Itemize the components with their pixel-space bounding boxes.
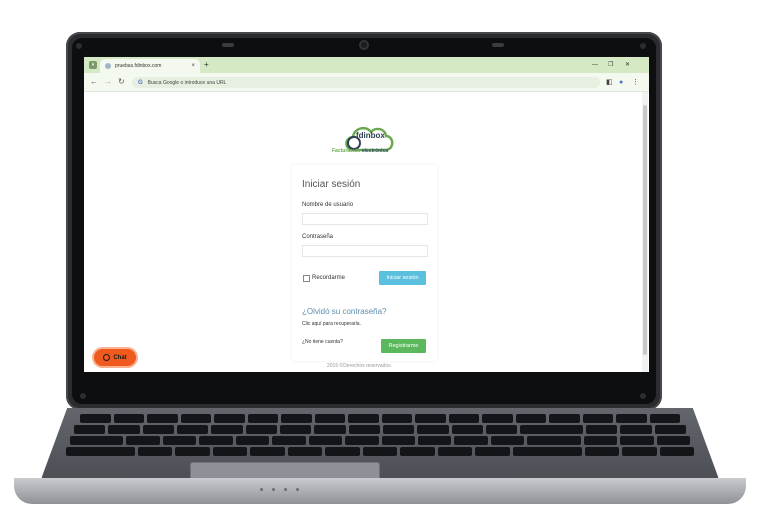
minimize-button[interactable]: —	[592, 61, 598, 69]
address-placeholder: Busca Google o introduce una URL	[147, 79, 227, 86]
indicator-light	[492, 43, 504, 47]
tab-title: pruebas.fdinbox.com	[115, 63, 162, 69]
side-panel-icon[interactable]: ◧	[606, 78, 613, 87]
profile-icon[interactable]: ●	[619, 78, 623, 87]
chat-bubble-icon	[103, 354, 111, 361]
keyboard	[62, 414, 698, 460]
laptop-front-edge	[14, 478, 746, 504]
remember-label[interactable]: Recordarme	[312, 275, 345, 281]
password-label: Contraseña	[302, 234, 334, 240]
bezel-screw	[640, 43, 646, 49]
brand-name: fdinbox	[356, 131, 385, 140]
status-lights	[260, 488, 310, 492]
bezel-screw	[76, 43, 82, 49]
brand-tagline: Facturación electrónica	[332, 148, 389, 154]
close-tab-icon[interactable]: ×	[191, 63, 195, 69]
username-label: Nombre de usuario	[302, 202, 354, 208]
remember-checkbox[interactable]	[303, 275, 310, 282]
scrollbar-thumb[interactable]	[643, 105, 647, 355]
no-account-text: ¿No tiene cuenta?	[302, 339, 343, 345]
chat-label: Chat	[113, 354, 127, 361]
login-button[interactable]: Iniciar sesión	[379, 271, 426, 285]
google-icon: G	[138, 79, 143, 86]
register-button[interactable]: Registrarme	[381, 339, 426, 353]
login-card	[292, 165, 437, 361]
address-bar[interactable]: G Busca Google o introduce una URL	[132, 77, 600, 88]
back-icon[interactable]: ←	[90, 77, 98, 87]
fdinbox-logo	[345, 126, 394, 152]
recover-text: Clic aquí para recuperarla.	[302, 321, 361, 327]
recover-link[interactable]: aquí	[312, 321, 322, 327]
chat-button[interactable]: Chat	[94, 349, 136, 366]
forward-icon[interactable]: →	[104, 77, 112, 87]
username-input[interactable]	[302, 213, 428, 225]
login-title: Iniciar sesión	[302, 179, 361, 190]
browser-tab[interactable]: pruebas.fdinbox.com ×	[100, 59, 200, 73]
close-window-button[interactable]: ✕	[625, 61, 630, 69]
maximize-button[interactable]: ❐	[608, 61, 613, 69]
tab-search-icon[interactable]: ▾	[89, 61, 97, 69]
new-tab-button[interactable]: +	[204, 60, 209, 70]
footer-copyright: 2015 ©Derechos reservados.	[327, 363, 393, 369]
webcam	[359, 40, 369, 50]
reload-icon[interactable]: ↻	[118, 77, 125, 87]
globe-icon	[105, 63, 111, 69]
browser-window: ▾ pruebas.fdinbox.com × + — ❐ ✕ ← → ↻ G …	[84, 57, 649, 372]
bezel-screw	[640, 393, 646, 399]
menu-kebab-icon[interactable]: ⋮	[632, 78, 639, 87]
bezel-screw	[80, 393, 86, 399]
forgot-password-title: ¿Olvidó su contraseña?	[302, 307, 387, 316]
indicator-light	[222, 43, 234, 47]
password-input[interactable]	[302, 245, 428, 257]
